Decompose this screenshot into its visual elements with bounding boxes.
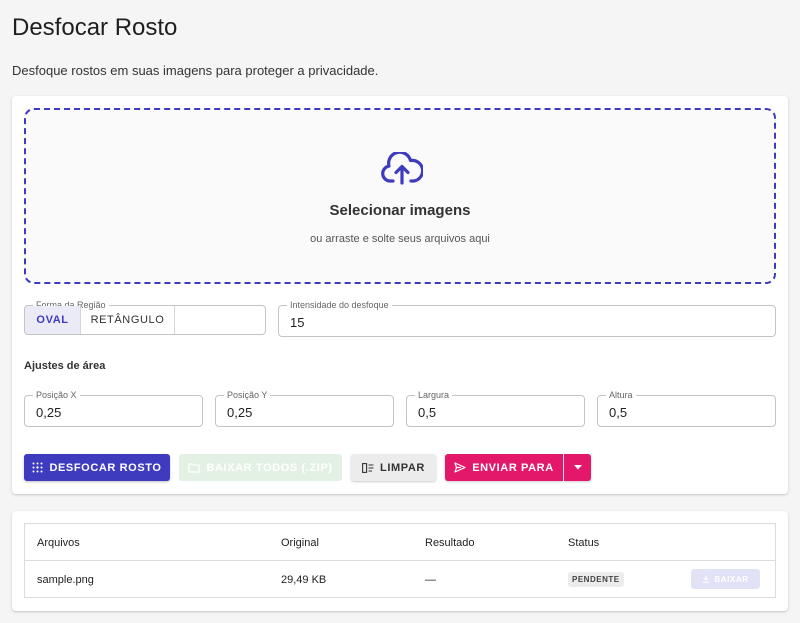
file-name: sample.png [37, 574, 94, 586]
dropzone-title: Selecionar imagens [329, 202, 471, 219]
width-label: Largura [415, 389, 453, 401]
file-result: — [425, 574, 436, 586]
caret-down-icon [573, 465, 582, 470]
cloud-upload-icon [381, 152, 423, 185]
height-label: Altura [606, 389, 636, 401]
blur-face-button-label: DESFOCAR ROSTO [49, 461, 162, 474]
shape-option-rectangle[interactable]: RETÂNGULO [81, 306, 175, 334]
files-table-header: Arquivos Original Resultado Status [25, 524, 775, 561]
width-field[interactable]: Largura 0,5 [406, 389, 585, 427]
download-icon [703, 575, 710, 583]
download-file-button-label: BAIXAR [714, 574, 749, 584]
dropzone-hint: ou arraste e solte seus arquivos aqui [310, 233, 490, 245]
file-original-size: 29,49 KB [281, 574, 327, 586]
column-header-original: Original [281, 537, 319, 549]
column-header-files: Arquivos [37, 537, 80, 549]
send-icon [454, 462, 466, 473]
page-subtitle: Desfoque rostos em suas imagens para pro… [12, 63, 379, 78]
send-to-menu-button[interactable] [564, 454, 591, 481]
region-shape-toggle: Forma da Região OVAL RETÂNGULO [24, 299, 266, 335]
blur-settings-card: Selecionar imagens ou arraste e solte se… [12, 96, 788, 494]
shape-option-oval[interactable]: OVAL [25, 306, 81, 334]
height-field[interactable]: Altura 0,5 [597, 389, 776, 427]
blur-intensity-field[interactable]: Intensidade do desfoque 15 [278, 299, 776, 337]
height-value: 0,5 [609, 405, 628, 420]
image-dropzone[interactable]: Selecionar imagens ou arraste e solte se… [24, 108, 776, 284]
files-table: Arquivos Original Resultado Status sampl… [24, 523, 776, 598]
column-header-result: Resultado [425, 537, 475, 549]
download-all-button-label: BAIXAR TODOS (.ZIP) [206, 461, 333, 474]
clear-button[interactable]: LIMPAR [351, 454, 436, 481]
status-badge: PENDENTE [568, 572, 624, 587]
width-value: 0,5 [418, 405, 437, 420]
clear-button-label: LIMPAR [380, 461, 425, 474]
download-file-button[interactable]: BAIXAR [691, 569, 760, 589]
blur-intensity-label: Intensidade do desfoque [287, 299, 392, 311]
download-all-button[interactable]: BAIXAR TODOS (.ZIP) [179, 454, 342, 481]
position-x-label: Posição X [33, 389, 80, 401]
position-y-value: 0,25 [227, 405, 253, 420]
position-y-field[interactable]: Posição Y 0,25 [215, 389, 394, 427]
blur-intensity-value: 15 [290, 315, 305, 330]
blur-face-button[interactable]: DESFOCAR ROSTO [24, 454, 170, 481]
send-to-button[interactable]: ENVIAR PARA [445, 454, 563, 481]
position-y-label: Posição Y [224, 389, 271, 401]
column-header-status: Status [568, 537, 600, 549]
position-x-field[interactable]: Posição X 0,25 [24, 389, 203, 427]
page-title: Desfocar Rosto [12, 14, 178, 41]
folder-zip-icon [188, 462, 201, 473]
send-to-button-label: ENVIAR PARA [472, 461, 554, 474]
area-section-label: Ajustes de área [24, 360, 106, 372]
clear-list-icon [362, 462, 374, 473]
blur-grid-icon [32, 462, 43, 473]
files-card: Arquivos Original Resultado Status sampl… [12, 511, 788, 611]
position-x-value: 0,25 [36, 405, 62, 420]
